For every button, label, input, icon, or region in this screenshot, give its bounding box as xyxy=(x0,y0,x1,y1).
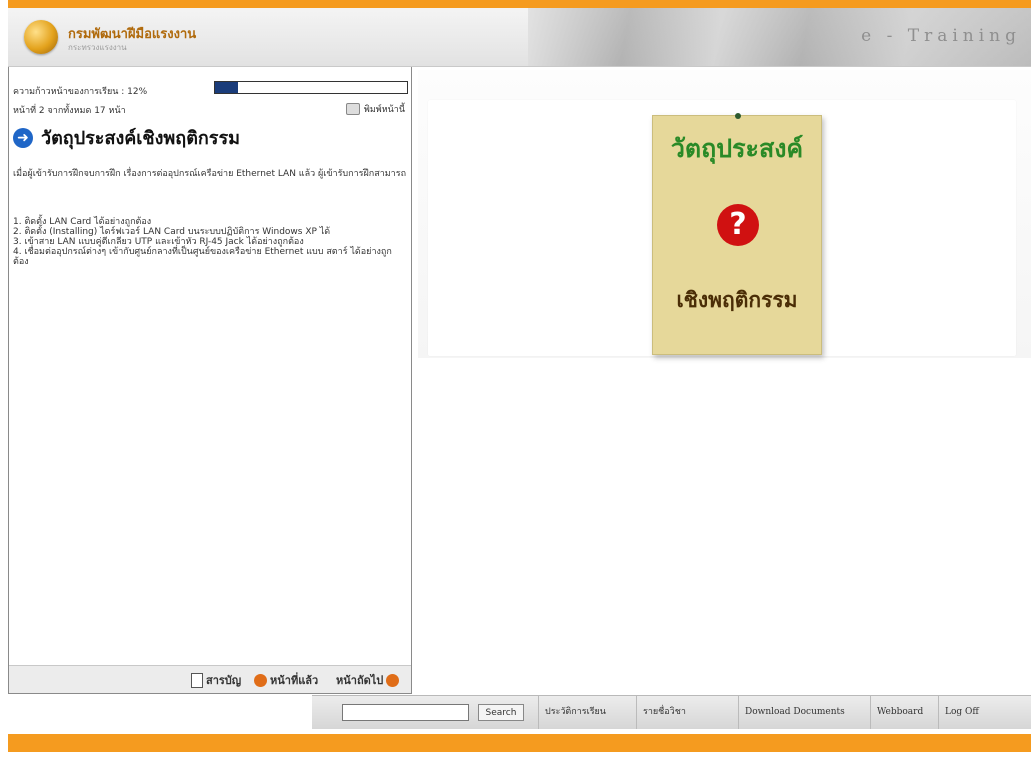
logoff-link[interactable]: Log Off xyxy=(938,696,985,729)
previous-label: หน้าที่แล้ว xyxy=(270,674,319,687)
print-label: พิมพ์หน้านี้ xyxy=(363,105,405,115)
objective-list: 1. ติดตั้ง LAN Card ได้อย่างถูกต้อง 2. ต… xyxy=(13,217,407,267)
objective-poster: วัตถุประสงค์ ? เชิงพฤติกรรม xyxy=(652,113,822,355)
download-documents-link[interactable]: Download Documents xyxy=(738,696,851,729)
objective-intro: เมื่อผู้เข้ารับการฝึกจบการฝึก เรื่องการต… xyxy=(13,169,407,179)
objective-item: 2. ติดตั้ง (Installing) ไดร์ฟเวอร์ LAN C… xyxy=(13,227,331,237)
top-accent-bar xyxy=(8,0,1031,8)
objective-item: 3. เข้าสาย LAN แบบคู่ตีเกลียว UTP และเข้… xyxy=(13,237,304,247)
question-mark-icon: ? xyxy=(717,204,759,246)
brand-title: e - Training xyxy=(861,26,1021,46)
contents-button[interactable]: สารบัญ xyxy=(191,671,241,689)
contents-label: สารบัญ xyxy=(206,674,242,687)
lesson-panel: ความก้าวหน้าของการเรียน : 12% หน้าที่ 2 … xyxy=(8,67,412,694)
next-button[interactable]: หน้าถัดไป xyxy=(336,671,400,689)
content-viewer: วัตถุประสงค์ ? เชิงพฤติกรรม xyxy=(418,70,1031,358)
objective-item: 4. เชื่อมต่ออุปกรณ์ต่างๆ เข้ากับศูนย์กลา… xyxy=(13,247,392,267)
subject-list-link[interactable]: รายชื่อวิชา xyxy=(636,696,692,729)
previous-button[interactable]: หน้าที่แล้ว xyxy=(254,671,318,689)
next-label: หน้าถัดไป xyxy=(336,674,384,687)
poster-panel: วัตถุประสงค์ ? เชิงพฤติกรรม xyxy=(428,100,1016,356)
logo-icon xyxy=(24,20,58,54)
printer-icon xyxy=(345,103,360,115)
arrow-right-icon: ➜ xyxy=(13,127,33,148)
section-title: วัตถุประสงค์เชิงพฤติกรรม xyxy=(41,128,240,149)
org-subtitle: กระทรวงแรงงาน xyxy=(68,43,127,52)
progress-label: ความก้าวหน้าของการเรียน : 12% xyxy=(13,87,148,97)
objective-item: 1. ติดตั้ง LAN Card ได้อย่างถูกต้อง xyxy=(13,217,152,227)
page-indicator: หน้าที่ 2 จากทั้งหมด 17 หน้า xyxy=(13,106,126,116)
bottom-accent-bar xyxy=(8,734,1031,752)
bottom-toolbar: Search ประวัติการเรียน รายชื่อวิชา Downl… xyxy=(312,695,1031,729)
next-icon xyxy=(386,673,400,687)
previous-icon xyxy=(254,673,267,687)
search-input[interactable] xyxy=(342,704,469,721)
section-header: ➜ วัตถุประสงค์เชิงพฤติกรรม xyxy=(13,123,240,152)
header: กรมพัฒนาฝีมือแรงงาน กระทรวงแรงงาน e - Tr… xyxy=(8,8,1031,67)
lesson-navigation: สารบัญ หน้าที่แล้ว หน้าถัดไป xyxy=(9,665,411,693)
progress-fill xyxy=(215,82,239,93)
learning-history-link[interactable]: ประวัติการเรียน xyxy=(538,696,612,729)
progress-bar xyxy=(214,81,408,94)
webboard-link[interactable]: Webboard xyxy=(870,696,929,729)
poster-bottom-text: เชิงพฤติกรรม xyxy=(676,288,798,312)
pin-icon xyxy=(735,113,741,119)
poster-top-text: วัตถุประสงค์ xyxy=(670,134,804,163)
app-frame: กรมพัฒนาฝีมือแรงงาน กระทรวงแรงงาน e - Tr… xyxy=(8,0,1031,757)
search-button[interactable]: Search xyxy=(478,704,524,721)
print-page-link[interactable]: พิมพ์หน้านี้ xyxy=(345,102,405,116)
contents-icon xyxy=(191,672,203,688)
